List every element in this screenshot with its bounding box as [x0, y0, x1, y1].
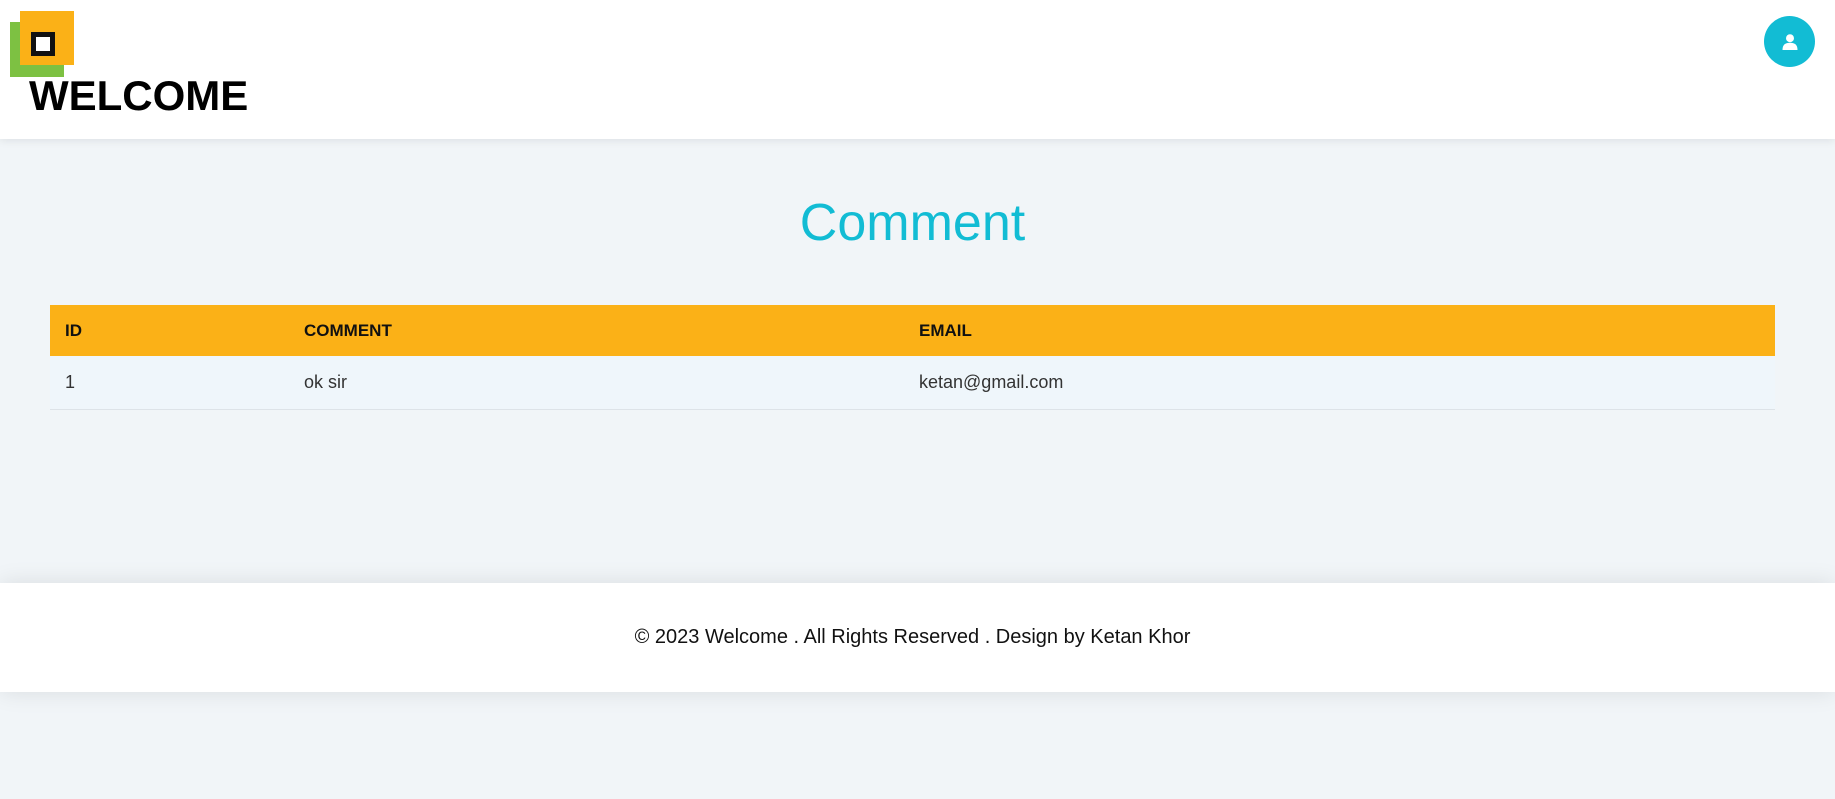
- page-title: Comment: [799, 194, 1026, 252]
- footer-copyright: © 2023 Welcome . All Rights Reserved . D…: [634, 626, 1191, 648]
- comments-table: ID COMMENT EMAIL 1 ok sir ketan@gmail.co…: [50, 305, 1775, 410]
- brand-title: WELCOME: [29, 72, 249, 119]
- table-header-row: ID COMMENT EMAIL: [50, 305, 1775, 356]
- cell-id: 1: [65, 371, 76, 392]
- logo-squares-icon[interactable]: [10, 11, 74, 77]
- column-header-email: EMAIL: [919, 320, 972, 340]
- user-icon: [1782, 33, 1797, 50]
- table-row: 1 ok sir ketan@gmail.com: [50, 356, 1775, 409]
- column-header-id: ID: [65, 320, 82, 340]
- site-footer: © 2023 Welcome . All Rights Reserved . D…: [0, 583, 1835, 692]
- cell-comment: ok sir: [304, 371, 348, 392]
- site-header: WELCOME: [0, 0, 1835, 139]
- user-profile-button[interactable]: [1764, 16, 1815, 67]
- cell-email: ketan@gmail.com: [919, 371, 1064, 392]
- logo-white-square: [36, 37, 50, 51]
- column-header-comment: COMMENT: [304, 320, 392, 340]
